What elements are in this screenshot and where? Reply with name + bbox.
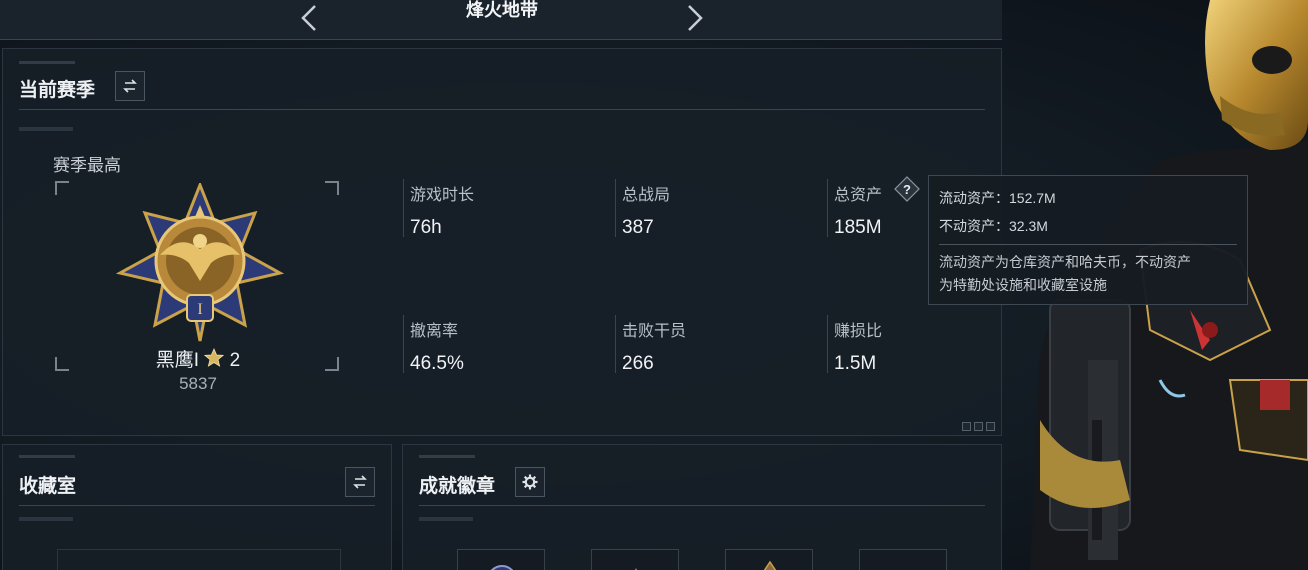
pager-dot[interactable] — [962, 422, 971, 431]
star-icon — [204, 348, 225, 367]
frame-corner — [325, 181, 339, 195]
mode-title: 烽火地带 — [466, 0, 538, 20]
gear-icon — [522, 474, 538, 490]
decorative-bar — [19, 127, 73, 131]
collection-room-panel: 收藏室 — [2, 444, 392, 570]
collection-panel-title: 收藏室 — [19, 476, 77, 497]
panel-pager — [962, 422, 995, 431]
stat-total-matches: 总战局 387 — [615, 179, 815, 238]
stat-play-time: 游戏时长 76h — [403, 179, 603, 238]
achievement-badges-panel: 成就徽章 — [402, 444, 1002, 570]
achievement-slot[interactable] — [457, 549, 545, 570]
decorative-microtext — [19, 61, 75, 64]
stat-label: 击败干员 — [622, 323, 687, 340]
season-switch-button[interactable] — [115, 71, 145, 101]
decorative-bar — [419, 517, 473, 521]
swap-arrows-icon — [353, 475, 367, 489]
divider — [419, 505, 985, 506]
stat-operators-defeated: 击败干员 266 — [615, 315, 815, 374]
tooltip-liquid-assets: 流动资产：152.7M — [939, 190, 1056, 206]
badge-icon — [635, 568, 637, 570]
stat-profit-loss: 赚损比 1.5M — [827, 315, 917, 374]
svg-text:?: ? — [903, 182, 911, 197]
frame-corner — [55, 181, 69, 195]
decorative-microtext — [419, 455, 475, 458]
stat-label: 赚损比 — [834, 323, 883, 340]
stat-value: 1.5M — [834, 353, 877, 374]
stat-value: 76h — [410, 217, 442, 238]
decorative-microtext — [19, 455, 75, 458]
achievement-slot[interactable] — [859, 549, 947, 570]
collection-preview-frame[interactable] — [57, 549, 341, 570]
frame-corner — [325, 357, 339, 371]
stat-label: 总资产 — [834, 187, 883, 204]
frame-corner — [55, 357, 69, 371]
swap-arrows-icon — [123, 79, 137, 93]
divider — [19, 505, 375, 506]
tooltip-note-line1: 流动资产为仓库资产和哈夫币，不动资产 — [939, 254, 1191, 270]
stat-total-assets: 总资产 185M — [827, 179, 887, 238]
collection-switch-button[interactable] — [345, 467, 375, 497]
svg-text:I: I — [197, 301, 202, 318]
stat-value: 266 — [622, 353, 654, 374]
current-season-panel: 当前赛季 赛季最高 I 黑鹰I 2 5837 游戏时长 76h 总战局 387 … — [2, 48, 1002, 436]
stat-value: 185M — [834, 217, 882, 238]
rank-name: 黑鹰I — [155, 350, 200, 371]
tooltip-note-line2: 为特勤处设施和收藏室设施 — [939, 277, 1107, 293]
badge-icon — [490, 565, 514, 570]
achievement-slot[interactable] — [591, 549, 679, 570]
rank-stars: 2 — [229, 350, 241, 371]
achievement-panel-title: 成就徽章 — [419, 476, 496, 497]
pager-dot[interactable] — [974, 422, 983, 431]
tooltip-fixed-assets: 不动资产：32.3M — [939, 218, 1048, 234]
decorative-bar — [19, 517, 73, 521]
season-panel-title: 当前赛季 — [19, 80, 96, 101]
stat-label: 总战局 — [622, 187, 671, 204]
achievement-settings-button[interactable] — [515, 467, 545, 497]
chevron-right-icon[interactable] — [680, 4, 708, 32]
chevron-left-icon[interactable] — [296, 4, 324, 32]
game-profile-screen: 烽火地带 当前赛季 赛季最高 I 黑鹰I 2 5837 游戏时长 76h 总战局… — [0, 0, 1308, 570]
season-best-label: 赛季最高 — [53, 156, 121, 175]
pager-dot[interactable] — [986, 422, 995, 431]
badge-icon — [860, 550, 948, 570]
stat-label: 游戏时长 — [410, 187, 475, 204]
divider — [19, 109, 985, 110]
stat-value: 46.5% — [410, 353, 464, 374]
assets-tooltip: 流动资产：152.7M 不动资产：32.3M 流动资产为仓库资产和哈夫币，不动资… — [928, 175, 1248, 305]
rank-score: 5837 — [179, 374, 217, 393]
badge-icon — [763, 560, 777, 570]
tooltip-divider — [939, 244, 1237, 245]
stat-value: 387 — [622, 217, 654, 238]
help-question-icon[interactable]: ? — [894, 176, 920, 202]
stat-extraction-rate: 撤离率 46.5% — [403, 315, 603, 374]
rank-name-row: 黑鹰I 2 — [103, 345, 293, 372]
mode-selector-bar: 烽火地带 — [0, 0, 1002, 40]
achievement-slot[interactable] — [725, 549, 813, 570]
rank-medal-icon: I — [115, 183, 285, 342]
stat-label: 撤离率 — [410, 323, 459, 340]
